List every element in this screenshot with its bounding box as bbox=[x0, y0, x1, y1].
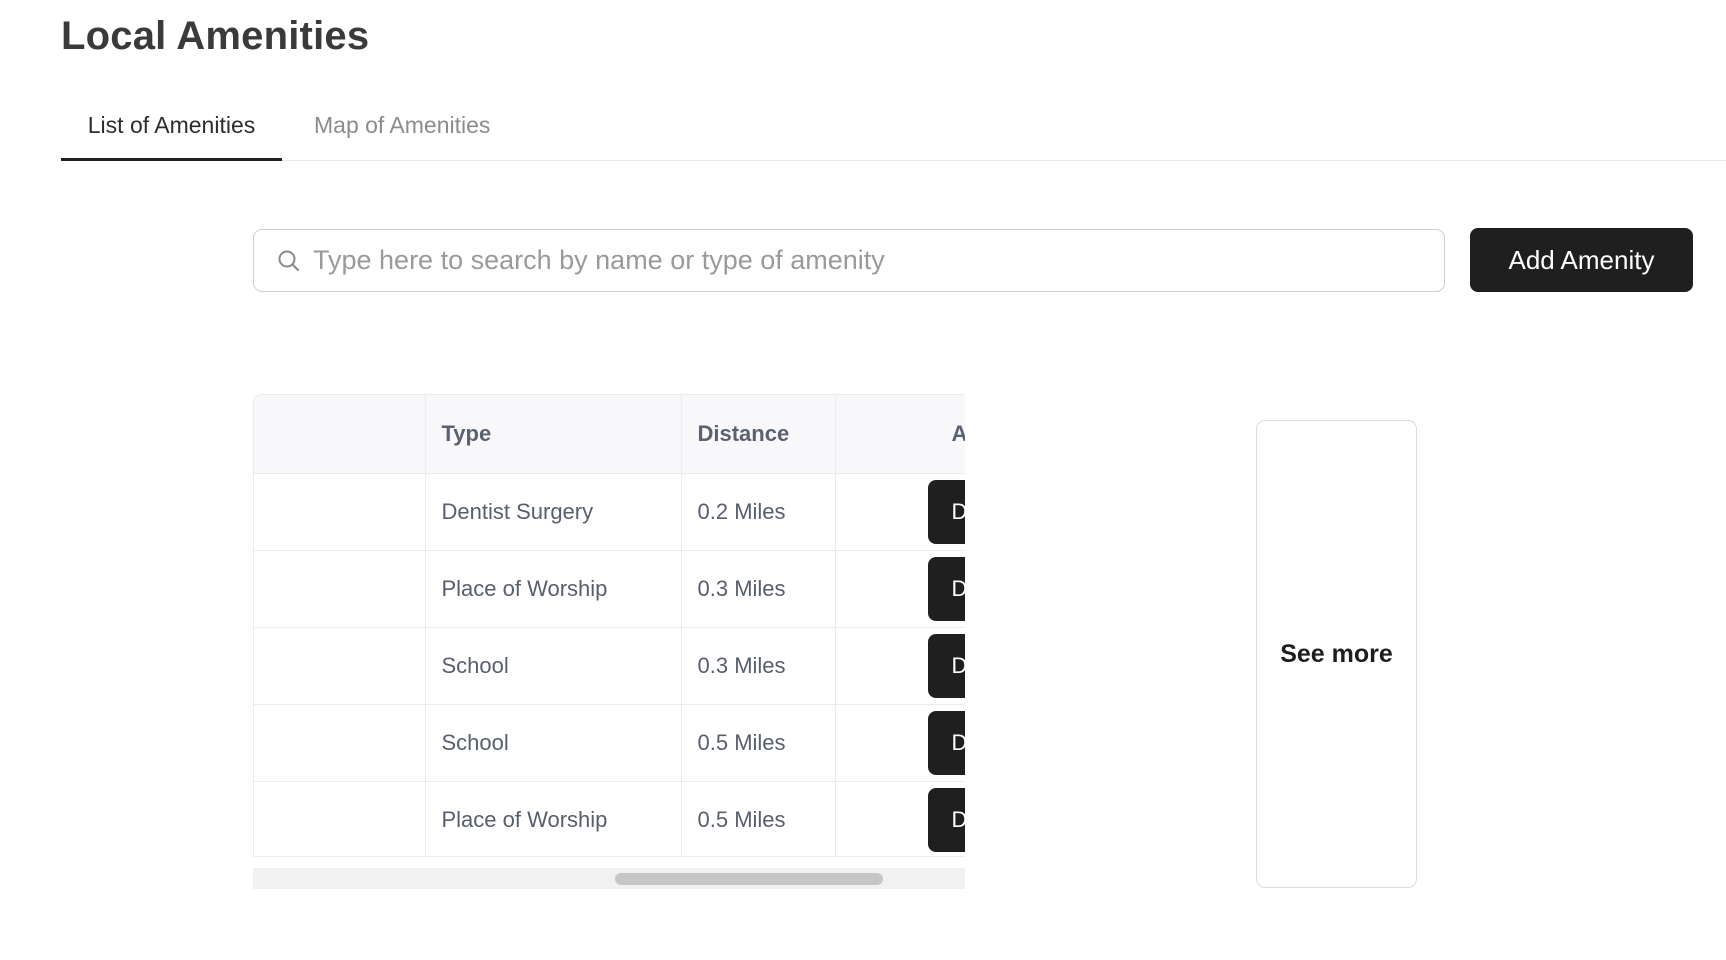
cell-action: D bbox=[835, 627, 965, 705]
table-row: Place of Worship 0.3 Miles D bbox=[254, 550, 965, 628]
row-action-button[interactable]: D bbox=[927, 479, 965, 544]
row-action-button[interactable]: D bbox=[927, 710, 965, 775]
cell-type: Place of Worship bbox=[425, 550, 682, 628]
cell-distance: 0.2 Miles bbox=[681, 473, 836, 551]
amenities-table: Type Distance A Dentist Surgery 0.2 Mile… bbox=[254, 395, 965, 856]
cell-name bbox=[254, 627, 426, 705]
cell-distance: 0.5 Miles bbox=[681, 704, 836, 782]
cell-action: D bbox=[835, 550, 965, 628]
row-action-button[interactable]: D bbox=[927, 556, 965, 621]
column-header-name bbox=[254, 395, 426, 474]
horizontal-scrollbar[interactable] bbox=[253, 868, 965, 889]
column-header-distance: Distance bbox=[681, 395, 836, 474]
add-amenity-button[interactable]: Add Amenity bbox=[1470, 228, 1693, 292]
search-box[interactable] bbox=[253, 229, 1445, 292]
amenities-table-viewport: Type Distance A Dentist Surgery 0.2 Mile… bbox=[253, 394, 965, 857]
cell-type: Place of Worship bbox=[425, 781, 682, 856]
tab-list-of-amenities[interactable]: List of Amenities bbox=[61, 100, 282, 161]
cell-type: Dentist Surgery bbox=[425, 473, 682, 551]
cell-action: D bbox=[835, 473, 965, 551]
table-row: School 0.3 Miles D bbox=[254, 627, 965, 705]
cell-distance: 0.3 Miles bbox=[681, 627, 836, 705]
table-row: Dentist Surgery 0.2 Miles D bbox=[254, 473, 965, 551]
table-header-row: Type Distance A bbox=[254, 395, 965, 474]
row-action-button[interactable]: D bbox=[927, 633, 965, 698]
cell-name bbox=[254, 781, 426, 856]
cell-action: D bbox=[835, 781, 965, 856]
tab-map-of-amenities[interactable]: Map of Amenities bbox=[314, 100, 490, 161]
cell-distance: 0.5 Miles bbox=[681, 781, 836, 856]
see-more-button[interactable]: See more bbox=[1256, 420, 1417, 888]
cell-type: School bbox=[425, 627, 682, 705]
scrollbar-thumb[interactable] bbox=[615, 873, 883, 885]
cell-name bbox=[254, 704, 426, 782]
search-icon bbox=[278, 250, 299, 271]
page-title: Local Amenities bbox=[61, 14, 370, 58]
tab-bar: List of Amenities Map of Amenities bbox=[61, 100, 1726, 161]
column-header-type: Type bbox=[425, 395, 682, 474]
cell-type: School bbox=[425, 704, 682, 782]
table-row: School 0.5 Miles D bbox=[254, 704, 965, 782]
cell-distance: 0.3 Miles bbox=[681, 550, 836, 628]
row-action-button[interactable]: D bbox=[927, 787, 965, 852]
cell-name bbox=[254, 473, 426, 551]
search-input[interactable] bbox=[313, 230, 1433, 291]
page: Local Amenities List of Amenities Map of… bbox=[0, 0, 1726, 960]
table-row: Place of Worship 0.5 Miles D bbox=[254, 781, 965, 856]
column-header-actions: A bbox=[835, 395, 965, 474]
amenities-table-container: Type Distance A Dentist Surgery 0.2 Mile… bbox=[253, 394, 965, 858]
cell-action: D bbox=[835, 704, 965, 782]
cell-name bbox=[254, 550, 426, 628]
